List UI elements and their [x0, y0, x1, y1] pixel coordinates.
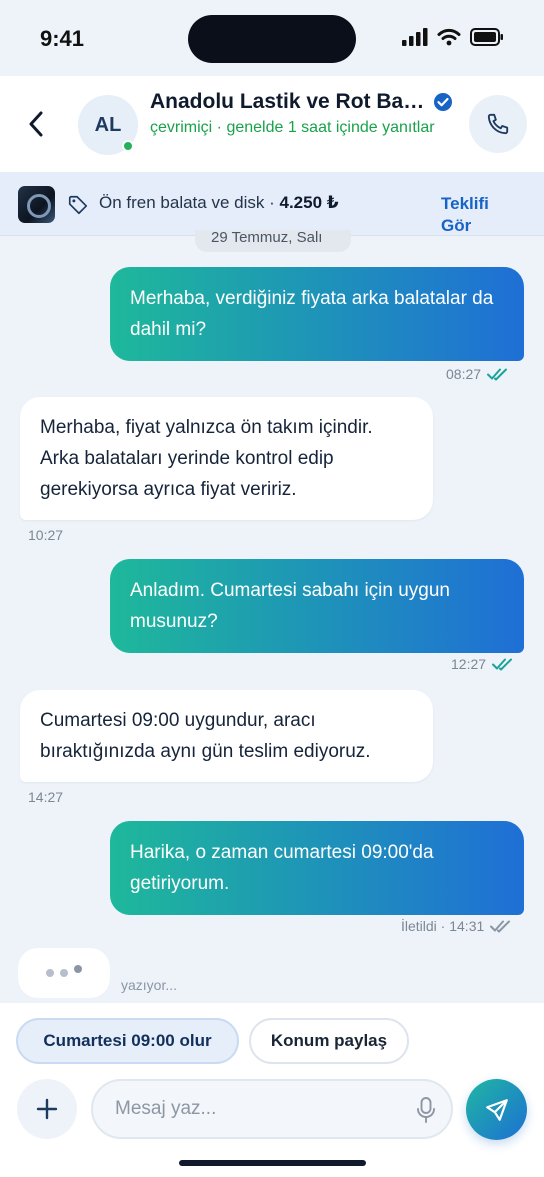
message-meta: 14:27: [28, 789, 63, 805]
back-button[interactable]: [22, 108, 50, 140]
message-bubble-incoming[interactable]: Merhaba, fiyat yalnızca ön takım içindir…: [20, 397, 433, 520]
double-check-icon: [487, 368, 508, 381]
attach-button[interactable]: [17, 1079, 77, 1139]
message-bubble-outgoing[interactable]: Anladım. Cumartesi sabahı için uygun mus…: [110, 559, 524, 653]
typing-label: yazıyor...: [121, 977, 178, 993]
message-meta: 10:27: [28, 527, 63, 543]
send-icon: [485, 1098, 508, 1121]
typing-dot: [60, 969, 68, 977]
message-time: 08:27: [446, 366, 482, 382]
message-delivery-status: İletildi · 14:31: [401, 918, 485, 934]
phone-icon: [487, 113, 509, 135]
message-time: 10:27: [28, 527, 64, 543]
message-input[interactable]: [91, 1079, 453, 1139]
double-check-icon: [492, 658, 513, 671]
status-icons: [402, 28, 504, 46]
message-meta: 12:27: [451, 656, 514, 672]
offer-summary: Ön fren balata ve disk · 4.250 ₺: [99, 193, 339, 213]
contact-name[interactable]: Anadolu Lastik ve Rot Bakım Servisi: [150, 90, 428, 114]
status-bar: 9:41: [0, 0, 544, 76]
mic-icon[interactable]: [414, 1096, 438, 1124]
typing-dot: [46, 969, 54, 977]
status-time: 9:41: [40, 26, 85, 51]
offer-description: Ön fren balata ve disk ·: [99, 193, 280, 212]
typing-indicator: [18, 948, 110, 998]
quick-reply-saturday[interactable]: Cumartesi 09:00 olur: [16, 1018, 239, 1064]
offer-price: 4.250 ₺: [279, 193, 339, 212]
wifi-icon: [437, 28, 461, 46]
signal-icon: [402, 28, 428, 46]
home-indicator: [179, 1160, 366, 1166]
back-chevron-icon: [29, 111, 43, 137]
message-bubble-incoming[interactable]: Cumartesi 09:00 uygundur, aracı bıraktığ…: [20, 690, 433, 782]
message-bubble-outgoing[interactable]: Merhaba, verdiğiniz fiyata arka balatala…: [110, 267, 524, 361]
chat-header: AL Anadolu Lastik ve Rot Bakım Servisi ç…: [0, 76, 544, 172]
offer-thumbnail: [18, 186, 55, 223]
message-meta: İletildi · 14:31: [401, 918, 512, 934]
dynamic-island: [188, 15, 356, 63]
battery-icon: [470, 28, 503, 46]
view-offer-link[interactable]: Teklifi Gör: [441, 193, 511, 237]
call-button[interactable]: [469, 95, 527, 153]
verified-badge-icon: [434, 93, 452, 111]
date-label: 29 Temmuz, Salı: [211, 229, 323, 246]
send-button[interactable]: [466, 1079, 527, 1140]
online-status-dot: [122, 140, 134, 152]
composer-area: Cumartesi 09:00 olur Konum paylaş: [0, 1003, 544, 1177]
double-check-icon: [490, 920, 511, 933]
message-time: 14:27: [28, 789, 64, 805]
typing-dot: [74, 965, 82, 973]
tag-icon: [68, 195, 88, 215]
message-meta: 08:27: [446, 366, 509, 382]
presence-status: çevrimiçi · genelde 1 saat içinde yanıtl…: [150, 119, 435, 136]
plus-icon: [36, 1098, 58, 1120]
quick-reply-share-location[interactable]: Konum paylaş: [249, 1018, 409, 1064]
message-bubble-outgoing[interactable]: Harika, o zaman cumartesi 09:00'da getir…: [110, 821, 524, 915]
message-time: 12:27: [451, 656, 487, 672]
